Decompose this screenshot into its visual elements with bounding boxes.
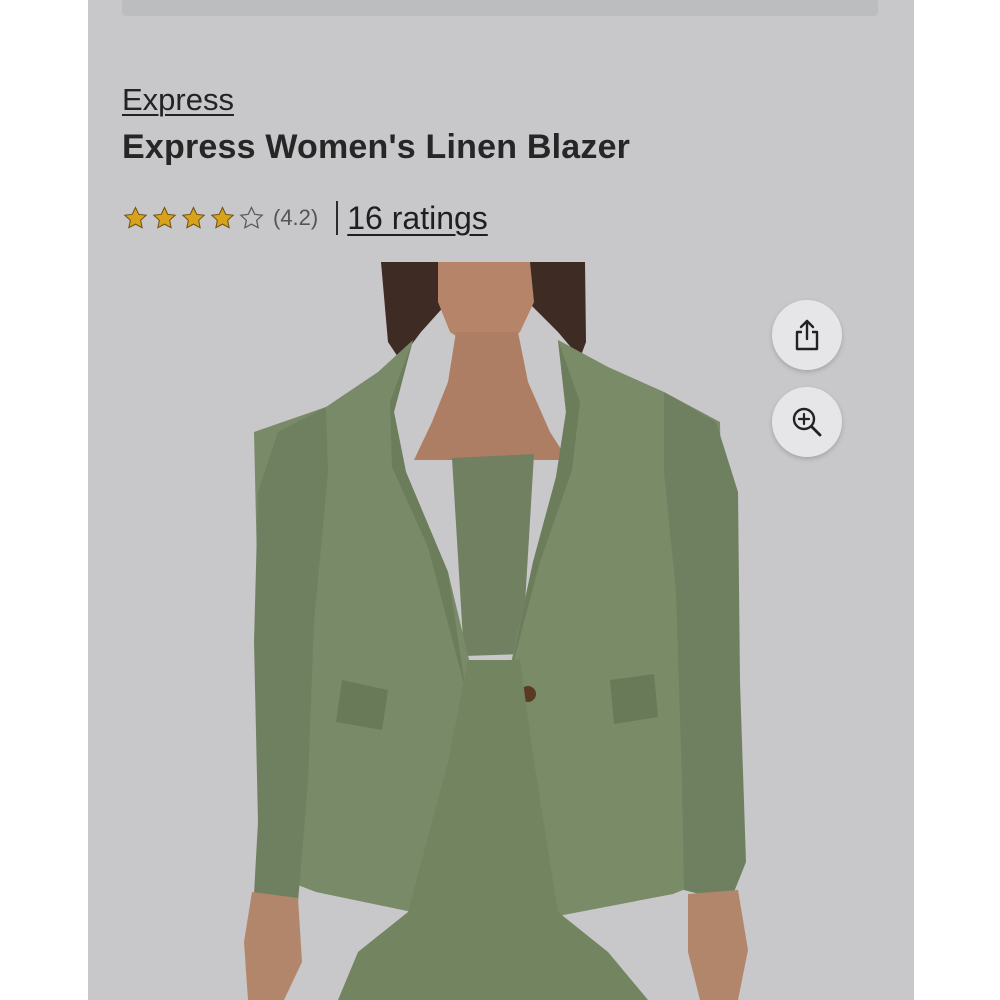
- zoom-in-icon: [792, 407, 822, 437]
- product-image[interactable]: [88, 262, 914, 1000]
- product-page: Express Express Women's Linen Blazer (4.…: [88, 0, 914, 1000]
- star-empty-icon: [239, 205, 264, 229]
- star-filled-icon: [123, 205, 148, 229]
- brand-link[interactable]: Express: [122, 82, 234, 118]
- rating-summary: (4.2) 16 ratings: [122, 198, 488, 238]
- zoom-button[interactable]: [772, 387, 842, 457]
- star-filled-icon: [210, 205, 235, 229]
- rating-value: (4.2): [273, 205, 319, 230]
- share-button[interactable]: [772, 300, 842, 370]
- ratings-count-link[interactable]: 16 ratings: [347, 200, 488, 237]
- star-filled-icon: [152, 205, 177, 229]
- top-banner: [122, 0, 878, 16]
- product-title: Express Women's Linen Blazer: [122, 128, 631, 166]
- share-icon: [795, 319, 819, 351]
- star-filled-icon: [181, 205, 206, 229]
- star-rating: [122, 205, 265, 232]
- divider: [336, 201, 339, 235]
